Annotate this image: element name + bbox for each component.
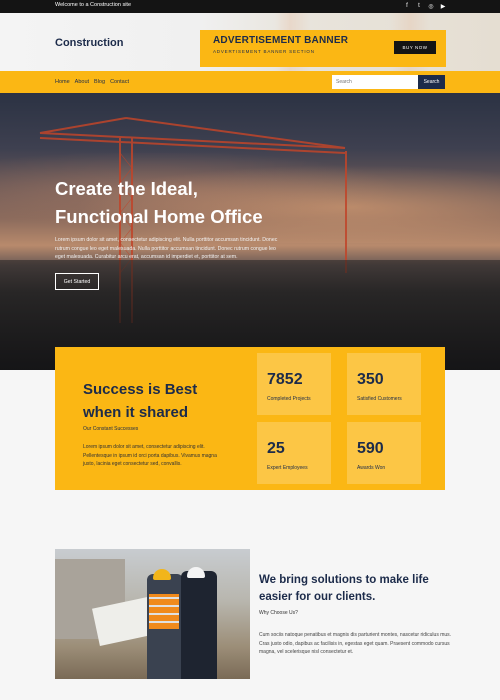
about-description: Cum sociis natoque penatibus et magnis d… [259,632,452,655]
social-links: f t ◎ ▶ [404,2,446,10]
advertisement-banner[interactable]: ADVERTISEMENT BANNER ADVERTISEMENT BANNE… [200,30,446,67]
hero-section: Create the Ideal, Functional Home Office… [0,93,500,370]
stat-card-completed-projects: 7852 Completed Projects [257,353,331,415]
main-nav: Home About Blog Contact Search [0,71,500,93]
stat-value: 7852 [267,371,303,388]
nav-item-contact[interactable]: Contact [110,79,129,85]
hero-title-line-2: Functional Home Office [55,206,263,227]
stats-panel: Success is Best when it shared Our Const… [55,347,445,490]
engineers-photo [55,549,250,679]
stat-card-satisfied-customers: 350 Satisfied Customers [347,353,421,415]
about-title: We bring solutions to make life easier f… [259,574,429,603]
stat-label: Awards Won [357,465,386,471]
white-hardhat [187,567,205,578]
stat-value: 350 [357,371,384,388]
nav-item-about[interactable]: About [75,79,89,85]
stat-label: Expert Employees [267,465,308,471]
ad-subtitle: ADVERTISEMENT BANNER SECTION [213,49,315,54]
nav-item-blog[interactable]: Blog [94,79,105,85]
stat-label: Completed Projects [267,396,311,402]
engineer-figure-2 [181,571,217,679]
stat-card-expert-employees: 25 Expert Employees [257,422,331,484]
stat-label: Satisfied Customers [357,396,402,402]
top-bar: Welcome to a Construction site f t ◎ ▶ [0,0,500,13]
stats-description: Lorem ipsum dolor sit amet, consectetur … [83,444,217,467]
youtube-icon[interactable]: ▶ [440,2,446,10]
yellow-hardhat [153,569,171,580]
nav-menu: Home About Blog Contact [55,79,129,85]
about-subtitle: Why Choose Us? [259,610,298,616]
stats-title-line-2: when it shared [83,404,189,421]
stats-title: Success is Best when it shared [83,378,197,424]
stat-card-awards-won: 590 Awards Won [347,422,421,484]
stat-value: 25 [267,440,285,457]
stats-title-line-1: Success is Best [83,381,198,398]
facebook-icon[interactable]: f [404,2,410,10]
twitter-icon[interactable]: t [416,2,422,10]
site-header: Construction ADVERTISEMENT BANNER ADVERT… [0,13,500,71]
ad-title: ADVERTISEMENT BANNER [213,35,349,46]
hero-description: Lorem ipsum dolor sit amet, consectetur … [55,237,278,260]
hero-title: Create the Ideal, Functional Home Office [55,175,263,231]
get-started-button[interactable]: Get Started [55,273,99,290]
welcome-text: Welcome to a Construction site [55,2,132,8]
buy-now-button[interactable]: BUY NOW [394,41,436,54]
stats-subtitle: Our Constant Successes [83,426,139,432]
stat-value: 590 [357,440,384,457]
search-button[interactable]: Search [418,75,445,89]
hero-title-line-1: Create the Ideal, [55,178,198,199]
site-logo[interactable]: Construction [55,37,123,49]
instagram-icon[interactable]: ◎ [428,2,434,10]
nav-item-home[interactable]: Home [55,79,70,85]
safety-vest [149,594,179,629]
search-input[interactable] [332,75,418,89]
